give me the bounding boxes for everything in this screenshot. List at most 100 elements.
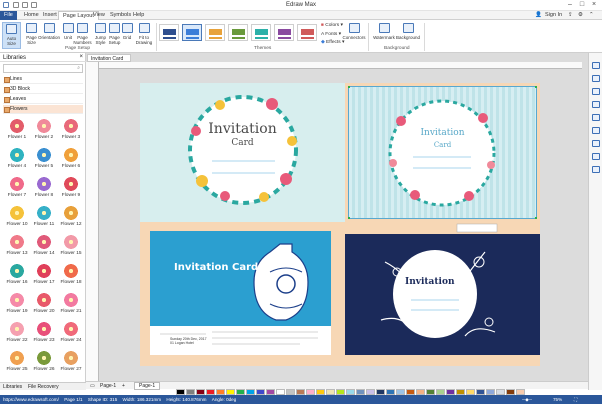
library-item-flower[interactable]: Flower 15: [58, 233, 84, 261]
colors-dropdown[interactable]: ■ Colors ▾: [321, 23, 343, 28]
library-search-input[interactable]: ⌕: [3, 64, 83, 73]
hyperlink-icon[interactable]: [592, 153, 600, 160]
library-item-flower[interactable]: Flower 27: [58, 349, 84, 377]
library-item-flower[interactable]: Flower 19: [4, 291, 30, 319]
library-item-flower[interactable]: Flower 22: [4, 320, 30, 348]
flower-icon: [36, 321, 52, 337]
library-item-flower[interactable]: Flower 14: [31, 233, 57, 261]
library-category-leaves[interactable]: Leaves: [3, 95, 83, 104]
settings-icon[interactable]: ⚙: [578, 12, 583, 18]
card-2-wreath: [348, 86, 537, 219]
document-tab[interactable]: Invitation Card 1 ×: [87, 54, 131, 68]
grid-button[interactable]: Grid: [119, 22, 135, 49]
theme-2[interactable]: [182, 24, 202, 41]
flower-icon: [63, 292, 79, 308]
fit-to-drawing-button[interactable]: Fit to Drawing: [134, 22, 154, 49]
user-icon[interactable]: 👤: [535, 12, 542, 18]
minimize-icon[interactable]: –: [565, 1, 575, 8]
libraries-panel: Libraries × ⌕ Lines 3D Block Leaves Flowe…: [0, 53, 86, 390]
library-item-flower[interactable]: Flower 21: [58, 291, 84, 319]
library-item-flower[interactable]: Flower 6: [58, 146, 84, 174]
invitation-card-4[interactable]: Invitation: [345, 222, 540, 366]
library-item-flower[interactable]: Flower 17: [31, 262, 57, 290]
library-item-label: Flower 1: [7, 135, 27, 140]
library-item-flower[interactable]: Flower 16: [4, 262, 30, 290]
invitation-card-3[interactable]: Invitation Card Sunday 20th Dec, 2017 01…: [140, 222, 345, 366]
library-item-flower[interactable]: Flower 26: [31, 349, 57, 377]
page-tab[interactable]: Page-1: [134, 382, 161, 390]
library-item-flower[interactable]: Flower 9: [58, 175, 84, 203]
theme-7[interactable]: [297, 24, 317, 41]
status-height: Height: 140.876mm: [166, 397, 207, 402]
layers-icon[interactable]: [592, 127, 600, 134]
sign-in-link[interactable]: Sign In: [545, 12, 562, 18]
library-item-flower[interactable]: Flower 1: [4, 117, 30, 145]
image-icon[interactable]: [592, 114, 600, 121]
collapse-ribbon-icon[interactable]: ⌃: [589, 12, 594, 18]
library-item-label: Flower 10: [6, 222, 28, 227]
library-item-flower[interactable]: Flower 12: [58, 204, 84, 232]
theme-4[interactable]: [228, 24, 248, 41]
library-item-flower[interactable]: Flower 4: [4, 146, 30, 174]
page-nav-icon[interactable]: ▭: [90, 383, 95, 389]
library-item-flower[interactable]: Flower 20: [31, 291, 57, 319]
page-numbers-button[interactable]: Page Numbers: [72, 22, 93, 49]
library-item-flower[interactable]: Flower 3: [58, 117, 84, 145]
colors-label: Colors: [325, 23, 340, 28]
comment-icon[interactable]: [592, 166, 600, 173]
watermark-label: Watermark: [373, 35, 395, 40]
line-style-icon[interactable]: [592, 88, 600, 95]
shadow-icon[interactable]: [592, 101, 600, 108]
theme-6[interactable]: [274, 24, 294, 41]
flower-icon: [63, 147, 79, 163]
library-category-flowers[interactable]: Flowers: [3, 105, 83, 114]
library-item-flower[interactable]: Flower 10: [4, 204, 30, 232]
add-page-button[interactable]: +: [122, 383, 125, 389]
maximize-icon[interactable]: □: [577, 1, 587, 8]
theme-1[interactable]: [159, 24, 179, 41]
library-item-flower[interactable]: Flower 25: [4, 349, 30, 377]
library-item-flower[interactable]: Flower 13: [4, 233, 30, 261]
orientation-button[interactable]: Orientation: [38, 22, 60, 49]
library-item-flower[interactable]: Flower 23: [31, 320, 57, 348]
fit-page-icon[interactable]: ⛶: [574, 395, 577, 404]
library-category-lines[interactable]: Lines: [3, 75, 83, 84]
status-url[interactable]: https://www.edrawsoft.com/: [3, 397, 59, 402]
effects-icon: ◆: [321, 40, 325, 45]
close-icon[interactable]: ×: [589, 1, 599, 8]
theme-3[interactable]: [205, 24, 225, 41]
close-panel-icon[interactable]: ×: [79, 54, 83, 60]
zoom-slider[interactable]: ─◆─: [522, 395, 532, 404]
library-item-flower[interactable]: Flower 2: [31, 117, 57, 145]
library-item-flower[interactable]: Flower 7: [4, 175, 30, 203]
data-icon[interactable]: [592, 140, 600, 147]
invitation-card-1[interactable]: Invitation Card: [140, 83, 345, 222]
theme-5[interactable]: [251, 24, 271, 41]
library-item-flower[interactable]: Flower 24: [58, 320, 84, 348]
library-item-flower[interactable]: Flower 5: [31, 146, 57, 174]
connectors-label: Connectors: [342, 35, 366, 40]
tab-libraries[interactable]: Libraries: [3, 384, 22, 390]
fonts-dropdown[interactable]: A Fonts ▾: [321, 32, 341, 37]
library-item-flower[interactable]: Flower 8: [31, 175, 57, 203]
ribbon-divider: [368, 23, 369, 51]
connectors-button[interactable]: Connectors: [341, 22, 367, 49]
grid-label: Grid: [122, 35, 132, 40]
library-item-flower[interactable]: Flower 11: [31, 204, 57, 232]
format-icon[interactable]: [592, 62, 600, 69]
library-item-flower[interactable]: Flower 18: [58, 262, 84, 290]
tab-file-recovery[interactable]: File Recovery: [28, 384, 59, 390]
drawing-page: Invitation Card Invitation Card Invitati…: [140, 83, 540, 366]
invitation-card-2[interactable]: Invitation Card: [345, 83, 540, 222]
auto-size-button[interactable]: Auto Size: [2, 22, 21, 49]
library-item-label: Flower 16: [6, 280, 28, 285]
share-icon[interactable]: ⇪: [568, 12, 573, 18]
background-label: Background: [395, 35, 421, 40]
background-button[interactable]: Background: [394, 22, 422, 49]
tab-help[interactable]: Help: [129, 11, 148, 20]
library-category-3d-block[interactable]: 3D Block: [3, 85, 83, 94]
library-item-label: Flower 17: [33, 280, 55, 285]
tab-file[interactable]: File: [0, 11, 17, 20]
page-bar: ▭ Page-1 + Page-1: [86, 381, 588, 390]
fill-icon[interactable]: [592, 75, 600, 82]
